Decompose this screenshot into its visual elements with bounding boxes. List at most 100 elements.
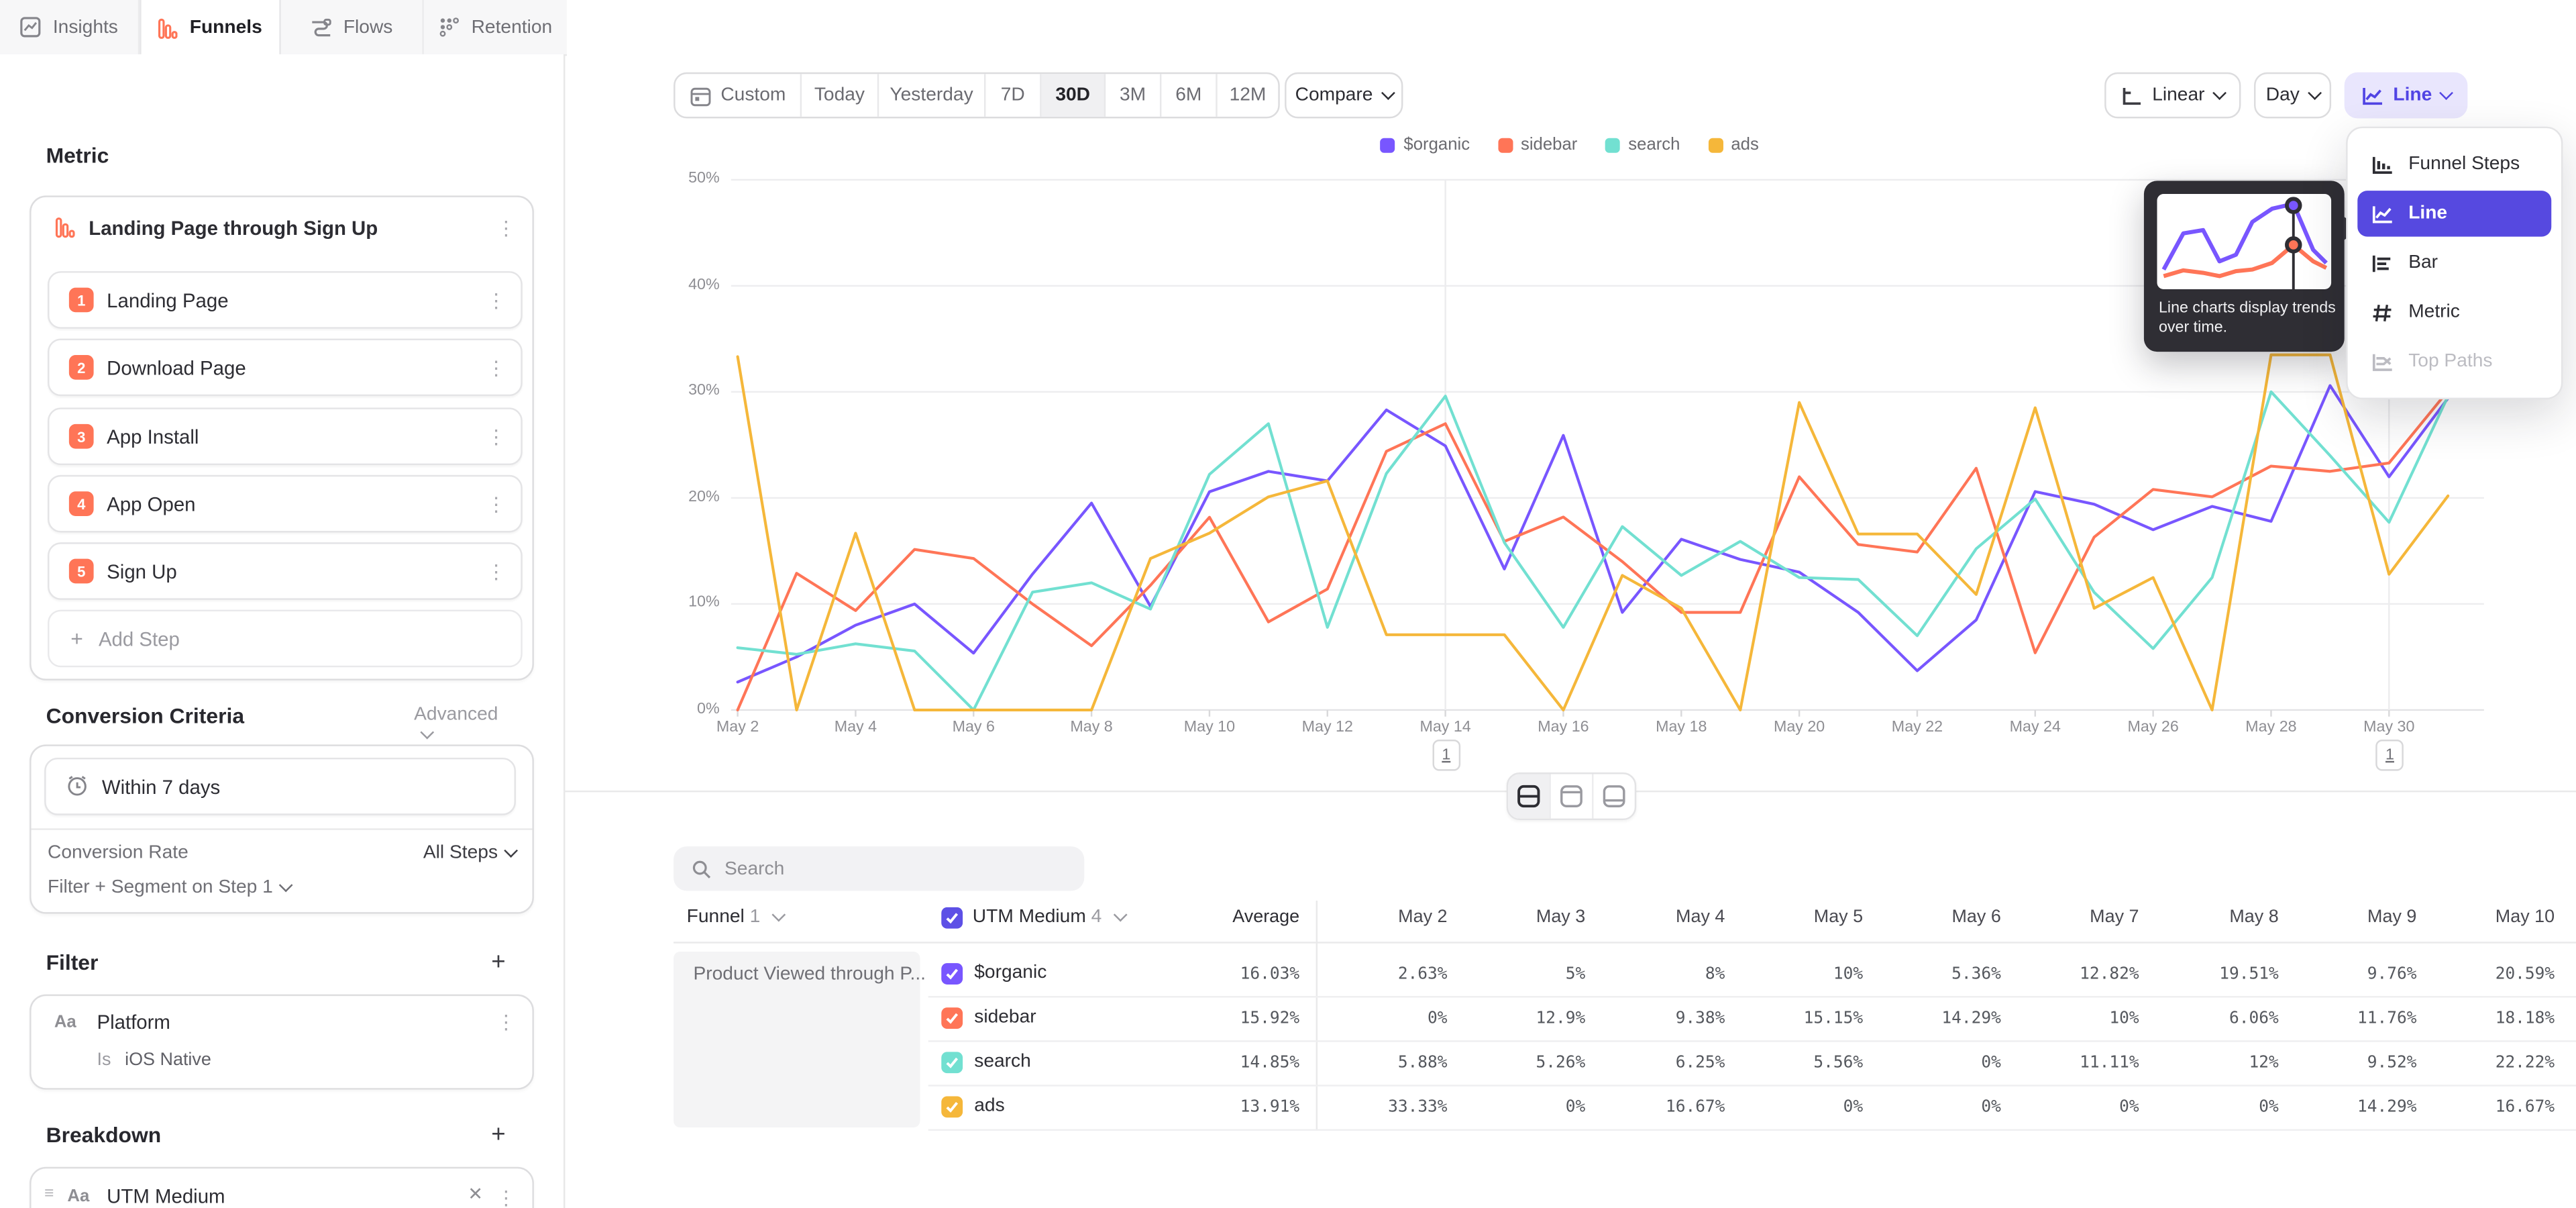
chart-view-icon <box>1559 784 1584 809</box>
y-axis-tick: 0% <box>654 700 720 718</box>
series-checkbox[interactable] <box>941 1052 963 1073</box>
breakdown-select-all-checkbox[interactable] <box>941 907 963 929</box>
cell-value: 5% <box>1566 965 1586 983</box>
day-column-header: May 7 <box>2090 907 2139 927</box>
series-name: ads <box>974 1096 1004 1115</box>
cell-value: 12.9% <box>1536 1009 1586 1027</box>
table-row-ads[interactable]: ads 13.91% 33.33% 0% 16.67% 0% 0% 0% 0% … <box>928 1085 2576 1131</box>
annotation-marker[interactable]: 1 <box>2376 740 2404 771</box>
funnel-cell[interactable]: Product Viewed through P... <box>674 952 920 1127</box>
check-icon <box>945 1055 959 1070</box>
day-column-header: May 3 <box>1536 907 1585 927</box>
cell-value: 2.63% <box>1398 965 1448 983</box>
x-axis-tick: May 14 <box>1399 718 1491 736</box>
menu-item-line[interactable]: Line <box>2357 191 2551 237</box>
table-header-row: Funnel 1 UTM Medium 4 Average May 2 May … <box>674 901 2576 942</box>
series-name: search <box>974 1052 1031 1071</box>
x-axis-tick: May 16 <box>1517 718 1609 736</box>
menu-item-top-paths[interactable]: Top Paths <box>2357 338 2551 385</box>
cell-value: 9.76% <box>2367 965 2417 983</box>
cell-value: 0% <box>2259 1098 2279 1116</box>
split-view-icon <box>1516 784 1541 809</box>
x-axis-tick: May 30 <box>2343 718 2435 736</box>
line-chart-preview <box>2157 194 2332 289</box>
series-name: sidebar <box>974 1007 1036 1027</box>
day-column-header: May 10 <box>2496 907 2555 927</box>
check-icon <box>945 1099 959 1114</box>
day-column-header: May 5 <box>1814 907 1863 927</box>
table-view-icon <box>1602 784 1627 809</box>
x-axis-tick: May 26 <box>2107 718 2199 736</box>
search-icon <box>692 859 711 878</box>
menu-item-metric[interactable]: Metric <box>2357 289 2551 336</box>
series-checkbox[interactable] <box>941 1096 963 1117</box>
cell-value: 16.67% <box>1666 1098 1725 1116</box>
x-axis-tick: May 20 <box>1754 718 1845 736</box>
y-axis-tick: 20% <box>654 488 720 506</box>
table-row-sidebar[interactable]: sidebar 15.92% 0% 12.9% 9.38% 15.15% 14.… <box>928 996 2576 1042</box>
chart-type-menu: Funnel Steps Line Bar Metric Top Paths <box>2346 127 2563 400</box>
table-view-toggle[interactable] <box>1594 774 1635 818</box>
layout-toggle-group <box>1507 772 1636 820</box>
cell-value: 0% <box>1981 1098 2001 1116</box>
cell-value: 9.52% <box>2367 1054 2417 1072</box>
line-chart-icon <box>2371 203 2394 224</box>
menu-item-funnel-steps[interactable]: Funnel Steps <box>2357 142 2551 188</box>
x-axis-tick: May 22 <box>1871 718 1963 736</box>
cell-value: 16.67% <box>2496 1098 2555 1116</box>
series-checkbox[interactable] <box>941 963 963 985</box>
breakdown-column-label: UTM Medium <box>973 907 1086 927</box>
menu-item-label: Funnel Steps <box>2408 154 2520 174</box>
cell-value: 14.29% <box>1941 1009 2000 1027</box>
funnel-column-count: 1 <box>750 907 761 927</box>
cell-value: 6.06% <box>2229 1009 2279 1027</box>
menu-item-bar[interactable]: Bar <box>2357 240 2551 287</box>
cell-value: 0% <box>1843 1098 1864 1116</box>
cell-value: 0% <box>1981 1054 2001 1072</box>
cell-value: 0% <box>2119 1098 2139 1116</box>
annotation-marker[interactable]: 1 <box>1432 740 1460 771</box>
table-row-organic[interactable]: $organic 16.03% 2.63% 5% 8% 10% 5.36% 12… <box>928 952 2576 998</box>
x-axis-tick: May 12 <box>1281 718 1373 736</box>
cell-value: 5.36% <box>1951 965 2001 983</box>
x-axis-tick: May 18 <box>1635 718 1727 736</box>
day-column-header: May 8 <box>2229 907 2278 927</box>
check-icon <box>945 1011 959 1025</box>
x-axis-tick: May 10 <box>1163 718 1255 736</box>
cell-value: 19.51% <box>2219 965 2278 983</box>
cell-value: 8% <box>1705 965 1725 983</box>
series-name: $organic <box>974 963 1046 983</box>
cell-value: 5.26% <box>1536 1054 1586 1072</box>
chart-view-toggle[interactable] <box>1551 774 1594 818</box>
cell-value: 9.38% <box>1676 1009 1725 1027</box>
funnel-column-header[interactable]: Funnel 1 <box>687 907 784 927</box>
day-column-header: May 4 <box>1676 907 1725 927</box>
breakdown-column-count: 4 <box>1091 907 1102 927</box>
breakdown-column-header[interactable]: UTM Medium 4 <box>973 907 1125 927</box>
cell-value: 0% <box>1428 1009 1448 1027</box>
x-axis-tick: May 28 <box>2225 718 2317 736</box>
y-axis-tick: 30% <box>654 382 720 400</box>
series-line-ads <box>738 355 2449 710</box>
x-axis-tick: May 4 <box>810 718 902 736</box>
day-column-header: May 6 <box>1951 907 2000 927</box>
cell-value: 33.33% <box>1388 1098 1447 1116</box>
cell-value: 14.29% <box>2357 1098 2416 1116</box>
split-view-toggle[interactable] <box>1508 774 1551 818</box>
x-axis-tick: May 8 <box>1046 718 1138 736</box>
search-input[interactable]: Search <box>674 846 1084 891</box>
check-icon <box>945 966 959 981</box>
y-axis-tick: 50% <box>654 170 720 188</box>
cell-value: 22.22% <box>2496 1054 2555 1072</box>
x-axis-tick: May 2 <box>692 718 784 736</box>
bar-chart-icon <box>2371 252 2394 274</box>
day-column-header: May 2 <box>1398 907 1447 927</box>
y-axis-tick: 40% <box>654 276 720 294</box>
series-checkbox[interactable] <box>941 1007 963 1029</box>
cell-value: 5.56% <box>1813 1054 1863 1072</box>
table-row-search[interactable]: search 14.85% 5.88% 5.26% 6.25% 5.56% 0%… <box>928 1040 2576 1087</box>
menu-item-label: Top Paths <box>2408 352 2492 371</box>
cell-value: 11.76% <box>2357 1009 2416 1027</box>
menu-item-label: Line <box>2408 204 2447 223</box>
metric-hash-icon <box>2371 301 2394 323</box>
